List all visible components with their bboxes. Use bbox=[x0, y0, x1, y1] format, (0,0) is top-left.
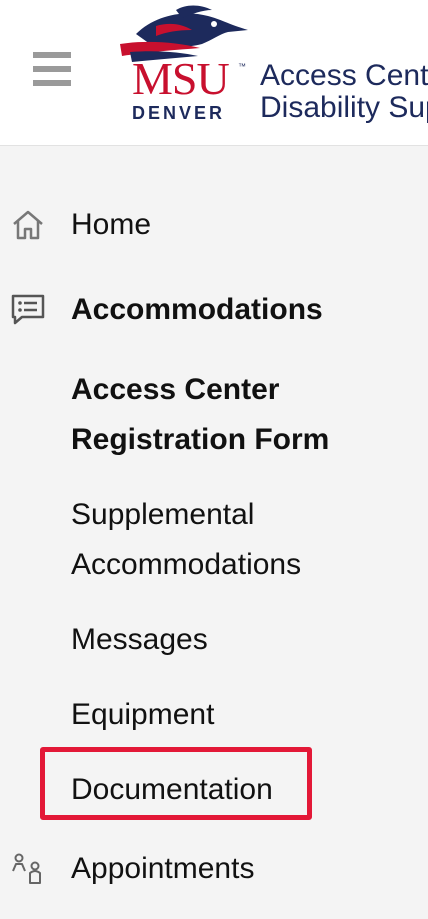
msu-denver-logo[interactable]: MSU ™ DENVER bbox=[112, 4, 252, 126]
home-icon bbox=[13, 210, 43, 240]
nav-subitem-supplemental[interactable]: Supplemental Accommodations bbox=[71, 490, 411, 590]
app-header: MSU ™ DENVER Access Center Disability Su… bbox=[0, 0, 428, 146]
site-title-line1: Access Center bbox=[260, 59, 428, 92]
logo-denver-text: DENVER bbox=[132, 103, 226, 123]
highlight-annotation-box bbox=[40, 747, 312, 820]
nav-subitem-messages[interactable]: Messages bbox=[71, 615, 411, 665]
nav-item-accommodations[interactable]: Accommodations bbox=[0, 285, 428, 335]
hamburger-menu-icon[interactable] bbox=[33, 52, 71, 86]
site-title-line2: Disability Support bbox=[260, 91, 428, 124]
logo-trademark: ™ bbox=[238, 62, 246, 71]
people-icon bbox=[12, 853, 41, 884]
nav-subitem-registration-form[interactable]: Access Center Registration Form bbox=[71, 365, 411, 465]
nav-label-appointments: Appointments bbox=[71, 852, 255, 885]
logo-msu-text: MSU bbox=[132, 53, 230, 104]
nav-item-appointments[interactable]: Appointments bbox=[0, 844, 428, 894]
nav-label-home: Home bbox=[71, 208, 152, 241]
nav-subitem-equipment[interactable]: Equipment bbox=[71, 690, 411, 740]
chat-list-icon bbox=[11, 294, 45, 325]
nav-item-home[interactable]: Home bbox=[0, 200, 428, 250]
site-title[interactable]: Access Center Disability Support bbox=[260, 60, 428, 124]
nav-label-accommodations: Accommodations bbox=[71, 293, 323, 326]
